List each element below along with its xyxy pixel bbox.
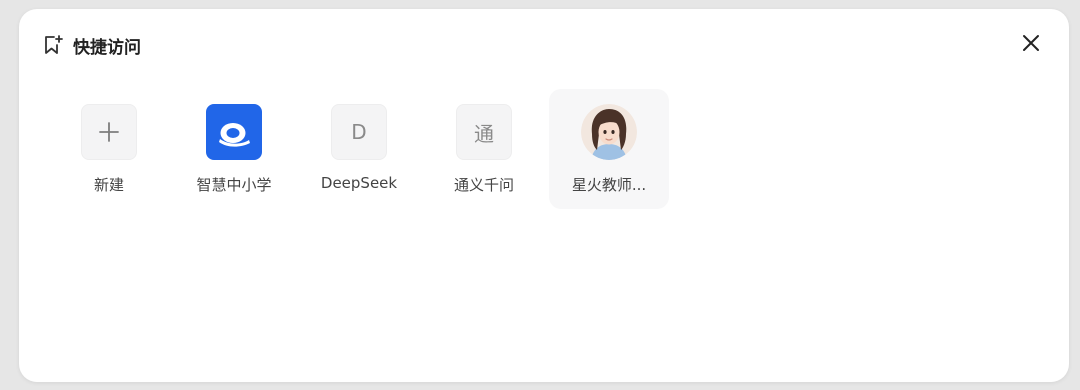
shortcut-label: 新建 — [93, 176, 124, 194]
shortcut-label: DeepSeek — [320, 174, 398, 192]
shortcut-xinghuo[interactable]: 星火教师... — [549, 89, 669, 209]
letter-d-glyph: D — [351, 120, 367, 144]
shortcut-label: 通义千问 — [453, 176, 514, 194]
zhihui-app-logo — [206, 104, 262, 160]
avatar-girl-icon — [581, 104, 637, 160]
dialog-title: 快捷访问 — [73, 37, 141, 58]
shortcut-new[interactable]: 新建 — [49, 89, 169, 209]
quick-access-dialog: 快捷访问 新建 智慧中小学 D DeepSeek 通 通义千问 星火教师... — [19, 9, 1069, 382]
shortcut-label: 智慧中小学 — [196, 176, 272, 194]
letter-tong-glyph: 通 — [474, 121, 494, 146]
dialog-header: 快捷访问 — [41, 31, 141, 59]
letter-tong-icon: 通 — [456, 104, 512, 160]
close-button[interactable] — [1017, 31, 1045, 59]
letter-d-icon: D — [331, 104, 387, 160]
shortcut-label: 星火教师... — [571, 176, 647, 194]
bookmark-plus-icon — [41, 33, 65, 57]
shortcut-zhihui[interactable]: 智慧中小学 — [174, 89, 294, 209]
plus-icon — [81, 104, 137, 160]
shortcut-list: 新建 智慧中小学 D DeepSeek 通 通义千问 星火教师... — [49, 89, 674, 209]
close-icon — [1021, 33, 1041, 57]
shortcut-tongyi[interactable]: 通 通义千问 — [424, 89, 544, 209]
shortcut-deepseek[interactable]: D DeepSeek — [299, 89, 419, 209]
